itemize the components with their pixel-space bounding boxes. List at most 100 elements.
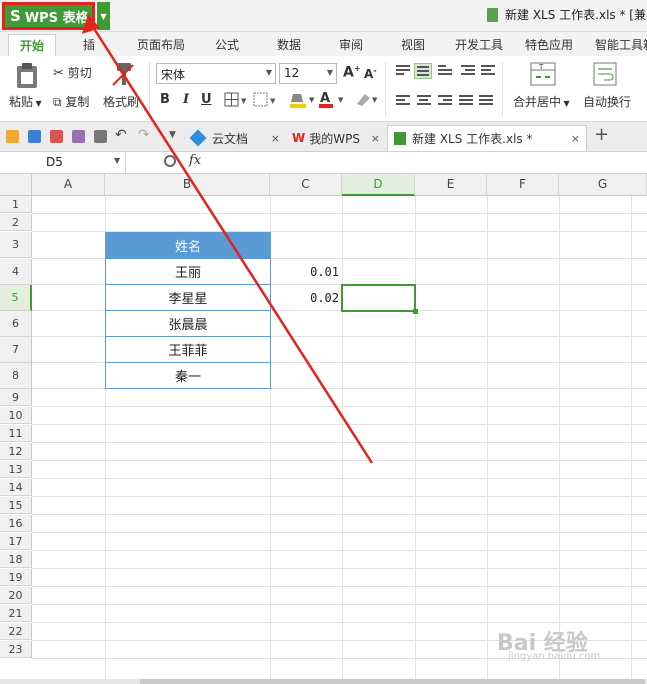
active-cell-d5[interactable] [341, 284, 416, 312]
select-all-corner[interactable] [0, 174, 32, 196]
fill-color-icon[interactable]: ▼ [289, 90, 319, 110]
align-right-icon[interactable] [438, 95, 452, 107]
row-header-15[interactable]: 15 [0, 497, 32, 514]
font-name-select[interactable]: 宋体 ▼ [156, 63, 276, 84]
tab-insert[interactable]: 插 [83, 36, 95, 53]
doc-tab-spreadsheet[interactable]: 新建 XLS 工作表.xls * × [387, 125, 587, 151]
column-header-c[interactable]: C [270, 174, 342, 196]
row-header-17[interactable]: 17 [0, 533, 32, 550]
print-icon[interactable] [72, 130, 85, 143]
new-tab-plus-icon[interactable]: + [594, 124, 609, 145]
tab-home[interactable]: 开始 [8, 34, 57, 56]
bold-button[interactable]: B [160, 92, 170, 107]
row-header-5[interactable]: 5 [0, 285, 32, 311]
decrease-font-size-icon[interactable]: A- [364, 66, 377, 81]
underline-button[interactable]: U [201, 92, 212, 107]
tab-formulas[interactable]: 公式 [215, 36, 239, 53]
column-header-a[interactable]: A [32, 174, 105, 196]
row-header-4[interactable]: 4 [0, 259, 32, 285]
wrap-text-icon[interactable] [593, 62, 617, 86]
row-header-19[interactable]: 19 [0, 569, 32, 586]
fx-icon[interactable]: fx [189, 153, 201, 168]
wrap-text-button[interactable]: 自动换行 [583, 93, 631, 110]
table-cell-c4[interactable]: 0.01 [270, 259, 342, 285]
close-icon[interactable]: × [571, 132, 580, 145]
tab-developer[interactable]: 开发工具 [455, 36, 503, 53]
row-header-20[interactable]: 20 [0, 587, 32, 604]
fill-handle[interactable] [413, 309, 418, 314]
paste-button[interactable]: 粘贴 ▼ [9, 93, 42, 110]
format-painter-button[interactable]: 格式刷 [103, 93, 139, 110]
spreadsheet-grid[interactable]: A B C D E F G 1 2 3 4 5 6 7 8 9 10 11 12… [0, 174, 647, 684]
tab-special-apps[interactable]: 特色应用 [525, 36, 573, 53]
row-header-7[interactable]: 7 [0, 337, 32, 363]
save-icon[interactable] [28, 130, 41, 143]
table-cell-b8[interactable]: 秦一 [105, 363, 271, 389]
wps-app-menu-button[interactable]: S WPS 表格 [2, 2, 95, 30]
row-header-16[interactable]: 16 [0, 515, 32, 532]
align-middle-icon[interactable] [414, 63, 432, 79]
borders-icon[interactable]: ▼ [224, 92, 250, 108]
row-header-13[interactable]: 13 [0, 461, 32, 478]
table-cell-b5[interactable]: 李星星 [105, 285, 271, 311]
doc-tab-cloud[interactable]: 云文档 × [186, 125, 286, 151]
copy-button[interactable]: ⧉ 复制 [53, 93, 89, 110]
tab-data[interactable]: 数据 [277, 36, 301, 53]
font-color-icon[interactable]: A ▼ [318, 90, 348, 110]
merge-center-button[interactable]: 合并居中 ▼ [513, 93, 570, 110]
clear-format-icon[interactable]: ▼ [354, 90, 380, 110]
app-menu-dropdown-icon[interactable]: ▼ [97, 2, 110, 30]
column-header-b[interactable]: B [105, 174, 270, 196]
row-header-12[interactable]: 12 [0, 443, 32, 460]
name-box[interactable]: D5 ▼ [0, 152, 126, 174]
tab-review[interactable]: 审阅 [339, 36, 363, 53]
cell-style-icon[interactable]: ▼ [253, 92, 279, 108]
formula-input[interactable] [224, 152, 647, 174]
zoom-icon[interactable] [164, 155, 176, 167]
table-cell-b6[interactable]: 张晨晨 [105, 311, 271, 337]
table-cell-c5[interactable]: 0.02 [270, 285, 342, 311]
distributed-align-icon[interactable] [479, 95, 493, 107]
row-header-8[interactable]: 8 [0, 363, 32, 389]
redo-icon[interactable]: ↷ [138, 127, 150, 143]
export-pdf-icon[interactable] [50, 130, 63, 143]
align-left-icon[interactable] [396, 95, 410, 107]
row-header-9[interactable]: 9 [0, 389, 32, 406]
doc-tab-my-wps[interactable]: W 我的WPS × [286, 125, 386, 151]
close-icon[interactable]: × [371, 132, 380, 145]
column-header-f[interactable]: F [487, 174, 559, 196]
undo-icon[interactable]: ↶ [115, 127, 127, 143]
align-center-icon[interactable] [417, 95, 431, 107]
column-header-d[interactable]: D [342, 174, 415, 196]
row-header-2[interactable]: 2 [0, 214, 32, 231]
open-folder-icon[interactable] [6, 130, 19, 143]
column-header-g[interactable]: G [559, 174, 647, 196]
row-header-18[interactable]: 18 [0, 551, 32, 568]
table-cell-b7[interactable]: 王菲菲 [105, 337, 271, 363]
column-header-e[interactable]: E [415, 174, 487, 196]
scrollbar-thumb[interactable] [140, 679, 645, 684]
row-header-10[interactable]: 10 [0, 407, 32, 424]
row-header-23[interactable]: 23 [0, 641, 32, 658]
row-header-14[interactable]: 14 [0, 479, 32, 496]
row-header-6[interactable]: 6 [0, 311, 32, 337]
italic-button[interactable]: I [183, 92, 189, 107]
row-header-22[interactable]: 22 [0, 623, 32, 640]
decrease-indent-icon[interactable] [461, 65, 475, 77]
merge-center-icon[interactable]: T [530, 62, 556, 86]
close-icon[interactable]: × [271, 132, 280, 145]
format-painter-icon[interactable] [111, 61, 135, 87]
row-header-11[interactable]: 11 [0, 425, 32, 442]
row-header-3[interactable]: 3 [0, 232, 32, 258]
justify-icon[interactable] [459, 95, 473, 107]
increase-font-size-icon[interactable]: A+ [343, 64, 361, 81]
tab-smart-toolbox[interactable]: 智能工具箱 [595, 36, 647, 53]
name-table-header[interactable]: 姓名 [105, 232, 271, 259]
row-header-21[interactable]: 21 [0, 605, 32, 622]
paste-icon[interactable] [14, 62, 40, 90]
align-bottom-icon[interactable] [438, 65, 452, 77]
align-top-icon[interactable] [396, 65, 410, 77]
table-cell-b4[interactable]: 王丽 [105, 259, 271, 285]
row-header-1[interactable]: 1 [0, 196, 32, 213]
cut-button[interactable]: ✂ 剪切 [53, 64, 92, 81]
